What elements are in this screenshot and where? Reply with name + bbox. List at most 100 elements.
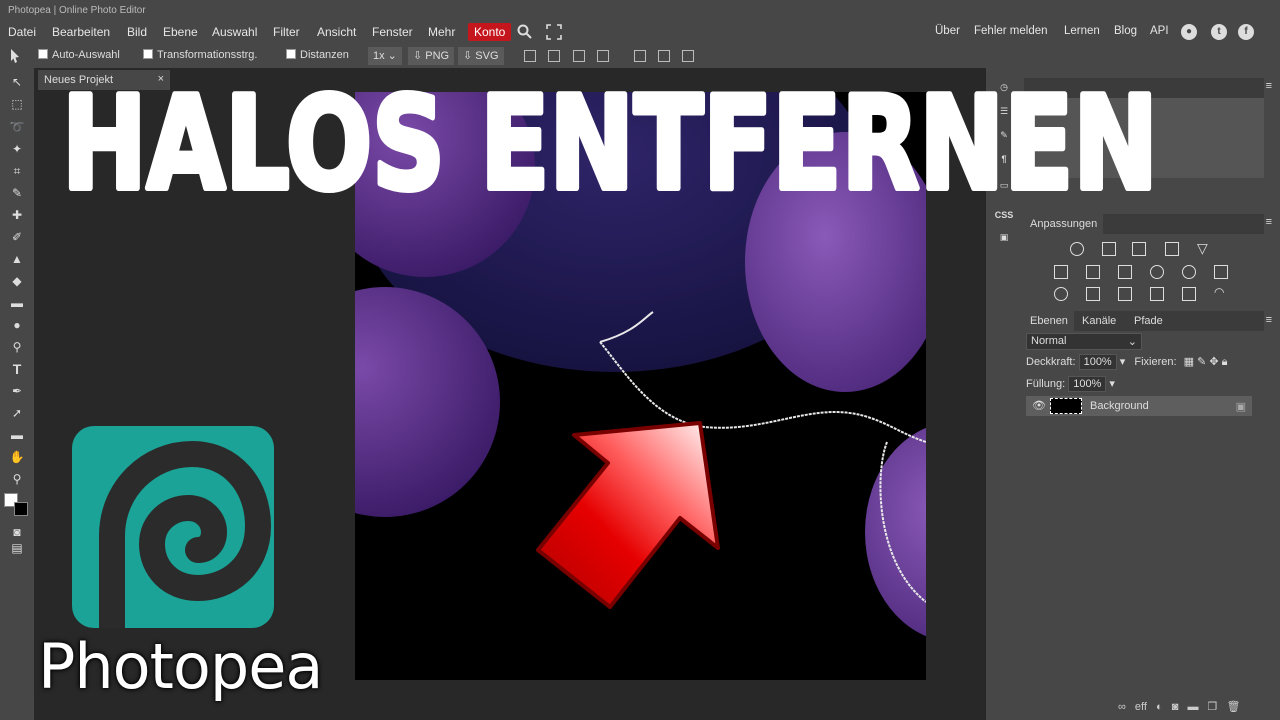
menu-blog[interactable]: Blog [1114,25,1137,37]
invert-icon[interactable] [1054,287,1068,301]
layer-row-background[interactable]: 👁︎ Background ▣ [1026,396,1252,416]
konto-button[interactable]: Konto [468,23,512,41]
screen-mode-icon[interactable]: ▤ [9,540,25,556]
menu-lernen[interactable]: Lernen [1064,25,1100,37]
twitter-icon[interactable]: t [1211,24,1227,40]
marquee-tool-icon[interactable]: ⬚ [9,96,25,112]
replace-color-icon[interactable]: ◠ [1214,285,1224,299]
menu-ansicht[interactable]: Ansicht [317,25,356,39]
exposure-icon[interactable] [1165,242,1179,256]
adjustment-layer-icon[interactable]: ◐ [1156,701,1163,713]
align-middle-icon[interactable] [658,50,670,62]
menu-ebene[interactable]: Ebene [163,25,198,39]
shape-tool-icon[interactable]: ▬ [9,427,25,443]
crop-tool-icon[interactable]: ⌗ [9,163,25,179]
brightness-icon[interactable] [1070,242,1084,256]
blur-tool-icon[interactable]: ● [9,317,25,333]
vibrance-icon[interactable]: ▽ [1197,240,1208,257]
distribute-icon[interactable] [597,50,609,62]
blend-mode-select[interactable]: Normal ⌄ [1026,333,1142,350]
menu-fenster[interactable]: Fenster [372,25,413,39]
fullscreen-icon[interactable] [546,24,562,40]
adjustments-menu-icon[interactable]: ≡ [1266,216,1272,228]
curves-icon[interactable] [1132,242,1146,256]
lock-all-icon[interactable]: 🔒︎ [1222,356,1228,368]
black-white-icon[interactable] [1118,265,1132,279]
auto-select-checkbox[interactable]: Auto-Auswahl [38,49,120,61]
lock-pixels-icon[interactable]: ▦ [1184,356,1194,368]
layers-menu-icon[interactable]: ≡ [1266,314,1272,326]
menu-bearbeiten[interactable]: Bearbeiten [52,25,110,39]
channel-mixer-icon[interactable] [1182,265,1196,279]
quick-mask-icon[interactable]: ◙ [9,524,25,540]
distances-checkbox[interactable]: Distanzen [286,49,349,61]
lock-brush-icon[interactable]: ✎ [1197,356,1206,368]
pen-tool-icon[interactable]: ✒ [9,383,25,399]
hand-tool-icon[interactable]: ✋ [9,449,25,465]
color-balance-icon[interactable] [1086,265,1100,279]
facebook-icon[interactable]: f [1238,24,1254,40]
menu-mehr[interactable]: Mehr [428,25,455,39]
stamp-tool-icon[interactable]: ▲ [9,251,25,267]
tab-kanaele[interactable]: Kanäle [1076,311,1122,331]
layer-thumbnail [1050,398,1082,414]
brush-tool-icon[interactable]: ✐ [9,229,25,245]
css-panel-icon[interactable]: CSS [994,206,1014,224]
eyedropper-icon[interactable]: ✎ [9,185,25,201]
menu-filter[interactable]: Filter [273,25,300,39]
delete-layer-icon[interactable]: 🗑︎ [1226,701,1240,713]
tab-pfade[interactable]: Pfade [1128,311,1169,331]
move-tool-icon[interactable]: ↖ [9,74,25,90]
search-icon[interactable] [517,24,533,40]
gradient-tool-icon[interactable]: ▬ [9,295,25,311]
menu-auswahl[interactable]: Auswahl [212,25,257,39]
align-top-icon[interactable] [634,50,646,62]
opacity-dropdown-icon[interactable]: ▾ [1120,356,1126,368]
fill-dropdown-icon[interactable]: ▾ [1109,378,1115,390]
new-group-icon[interactable]: ▬ [1187,701,1198,713]
link-layers-icon[interactable]: ∞ [1118,701,1126,713]
align-bottom-icon[interactable] [682,50,694,62]
levels-icon[interactable] [1102,242,1116,256]
new-layer-icon[interactable]: ❐ [1208,701,1218,713]
magic-wand-icon[interactable]: ✦ [9,141,25,157]
reddit-icon[interactable]: ● [1181,24,1197,40]
eraser-tool-icon[interactable]: ◆ [9,273,25,289]
layer-lock-icon: ▣ [1235,401,1246,413]
transform-checkbox[interactable]: Transformationsstrg. [143,49,257,61]
path-select-icon[interactable]: ➚ [9,405,25,421]
hue-saturation-icon[interactable] [1054,265,1068,279]
tab-ebenen[interactable]: Ebenen [1024,311,1074,331]
lock-position-icon[interactable]: ✥ [1209,356,1218,368]
auto-select-label: Auto-Auswahl [52,49,120,61]
dodge-tool-icon[interactable]: ⚲ [9,339,25,355]
color-lookup-icon[interactable] [1214,265,1228,279]
fill-input[interactable]: 100% [1068,376,1107,392]
menu-fehler-melden[interactable]: Fehler melden [974,25,1048,37]
visibility-eye-icon[interactable]: 👁︎ [1032,399,1046,412]
zoom-tool-icon[interactable]: ⚲ [9,471,25,487]
align-right-icon[interactable] [573,50,585,62]
gradient-map-icon[interactable] [1150,287,1164,301]
image-panel-icon[interactable]: ▣ [994,228,1014,246]
tab-anpassungen[interactable]: Anpassungen [1024,214,1104,234]
layer-effects-button[interactable]: eff [1135,701,1147,713]
posterize-icon[interactable] [1086,287,1100,301]
menu-ueber[interactable]: Über [935,25,960,37]
opacity-input[interactable]: 100% [1078,354,1117,370]
selective-color-icon[interactable] [1182,287,1196,301]
type-tool-icon[interactable]: T [9,361,25,377]
headline-overlay: HALOS ENTFERNEN [62,67,1161,202]
background-color-swatch[interactable] [14,502,28,516]
align-left-icon[interactable] [524,50,536,62]
menu-bild[interactable]: Bild [127,25,147,39]
menu-datei[interactable]: Datei [8,25,36,39]
healing-brush-icon[interactable]: ✚ [9,207,25,223]
layer-mask-icon[interactable]: ◙ [1172,701,1179,713]
lasso-tool-icon[interactable]: ➰ [9,119,25,135]
photo-filter-icon[interactable] [1150,265,1164,279]
align-center-icon[interactable] [548,50,560,62]
panel-menu-icon[interactable]: ≡ [1266,80,1272,92]
threshold-icon[interactable] [1118,287,1132,301]
menu-api[interactable]: API [1150,25,1169,37]
